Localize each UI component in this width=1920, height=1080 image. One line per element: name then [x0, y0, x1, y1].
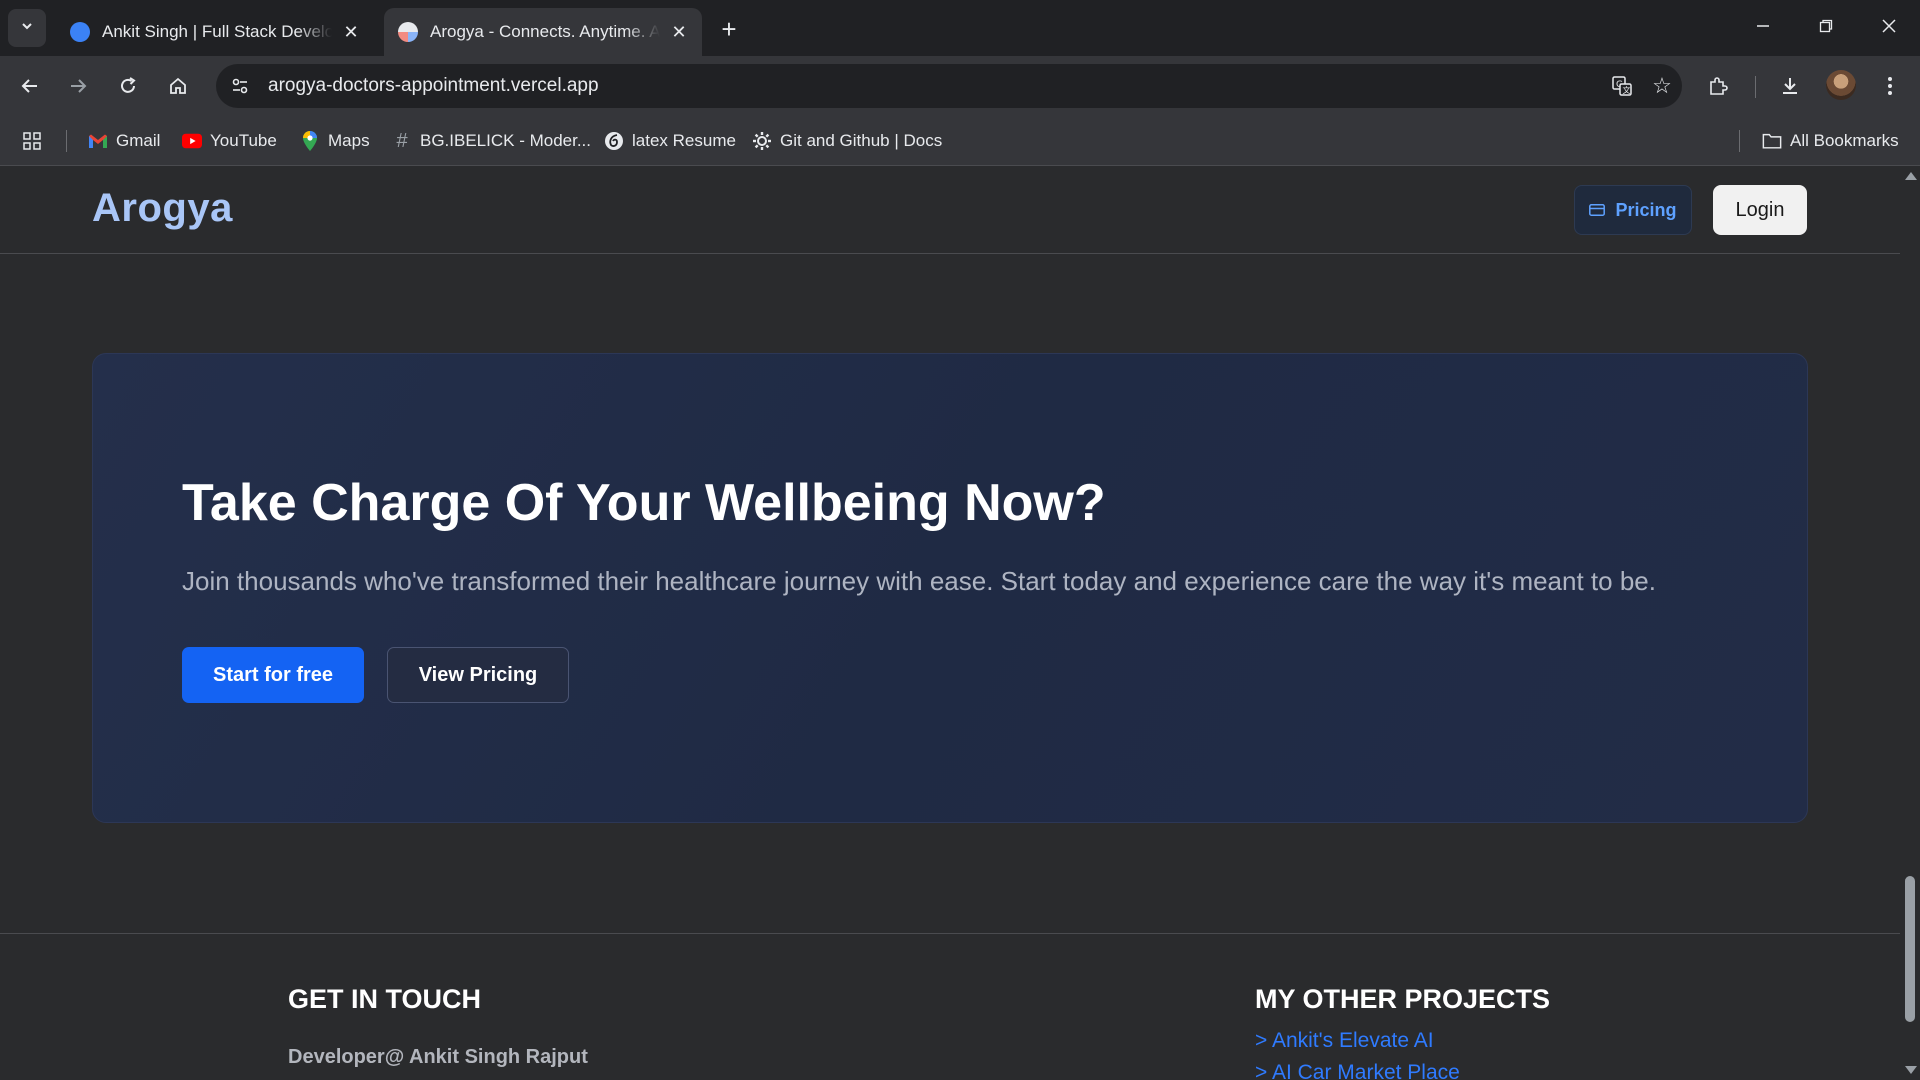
bookmark-latex-resume[interactable]: latex Resume [604, 128, 736, 154]
profile-avatar[interactable] [1826, 70, 1856, 100]
gear-icon [752, 131, 772, 151]
menu-button[interactable] [1872, 68, 1908, 104]
pricing-label: Pricing [1615, 199, 1677, 220]
home-icon [170, 77, 186, 94]
arrow-left-icon [21, 79, 37, 93]
scroll-down-arrow-icon[interactable] [1905, 1066, 1917, 1074]
bookmarks-divider [66, 130, 67, 152]
site-footer: GET IN TOUCH Developer@ Ankit Singh Rajp… [0, 933, 1900, 1080]
star-icon[interactable]: ☆ [1642, 66, 1682, 106]
project-link-car-marketplace[interactable]: > AI Car Market Place [1255, 1061, 1460, 1080]
new-tab-button[interactable]: + [714, 14, 744, 44]
cta-title: Take Charge Of Your Wellbeing Now? [182, 474, 1106, 532]
folder-icon [1762, 131, 1782, 151]
project-link-elevate-ai[interactable]: > Ankit's Elevate AI [1255, 1029, 1434, 1053]
tab-search-button[interactable] [8, 9, 46, 47]
bookmark-bg-ibelick[interactable]: # BG.IBELICK - Moder... [392, 128, 591, 154]
close-icon [1882, 19, 1896, 33]
maps-icon [300, 131, 320, 151]
reload-icon [121, 77, 136, 93]
reload-button[interactable] [110, 68, 146, 104]
restore-button[interactable] [1796, 6, 1856, 46]
tab-title: Arogya - Connects. Anytime. Anywhere. [430, 22, 660, 41]
chevron-down-icon [20, 19, 34, 38]
bookmark-label: Gmail [116, 131, 161, 150]
minimize-button[interactable] [1733, 6, 1793, 46]
close-icon[interactable]: ✕ [340, 21, 362, 43]
bookmark-label: All Bookmarks [1790, 131, 1899, 150]
bookmark-gmail[interactable]: Gmail [88, 128, 160, 154]
back-button[interactable] [12, 68, 48, 104]
tab-portfolio[interactable]: Ankit Singh | Full Stack Developer ✕ [56, 8, 374, 56]
browser-tabstrip: Ankit Singh | Full Stack Developer ✕ Aro… [0, 0, 1920, 56]
site-header: Arogya Pricing Login [0, 166, 1900, 254]
bookmark-label: Git and Github | Docs [780, 131, 943, 150]
translate-icon[interactable]: G文 [1602, 66, 1642, 106]
arrow-right-icon [71, 79, 87, 93]
cta-card: Take Charge Of Your Wellbeing Now? Join … [92, 353, 1808, 823]
close-icon[interactable]: ✕ [668, 21, 690, 43]
address-bar[interactable]: arogya-doctors-appointment.vercel.app G文… [216, 64, 1682, 108]
contact-heading: GET IN TOUCH [288, 984, 482, 1014]
bookmark-label: Maps [328, 131, 370, 150]
download-icon [1783, 78, 1797, 94]
tab-arogya[interactable]: Arogya - Connects. Anytime. Anywhere. ✕ [384, 8, 702, 56]
view-pricing-button[interactable]: View Pricing [387, 647, 569, 703]
credit-card-icon [1589, 200, 1606, 221]
projects-heading: MY OTHER PROJECTS [1255, 984, 1551, 1014]
extensions-button[interactable] [1700, 68, 1736, 104]
bookmark-maps[interactable]: Maps [300, 128, 370, 154]
home-button[interactable] [160, 68, 196, 104]
hash-icon: # [396, 129, 408, 152]
url-text[interactable]: arogya-doctors-appointment.vercel.app [268, 75, 1602, 97]
login-button[interactable]: Login [1713, 185, 1807, 235]
bookmark-label: YouTube [210, 131, 277, 150]
pricing-button[interactable]: Pricing [1574, 185, 1692, 235]
tab-title: Ankit Singh | Full Stack Developer [102, 22, 332, 41]
scrollbar-thumb[interactable] [1905, 876, 1915, 1022]
browser-toolbar: arogya-doctors-appointment.vercel.app G文… [0, 56, 1920, 116]
bookmarks-bar: Gmail YouTube Maps # BG.IBELICK - Moder.… [0, 116, 1920, 166]
apps-button[interactable] [22, 128, 50, 154]
puzzle-icon [1710, 77, 1728, 95]
apps-grid-icon [22, 131, 42, 151]
developer-credit: Developer@ Ankit Singh Rajput [288, 1046, 588, 1068]
more-vert-icon [1888, 77, 1892, 95]
cta-subtitle: Join thousands who've transformed their … [182, 566, 1656, 596]
bookmarks-divider [1739, 130, 1740, 152]
bookmark-youtube[interactable]: YouTube [182, 128, 277, 154]
all-bookmarks-button[interactable]: All Bookmarks [1762, 128, 1899, 154]
minimize-icon [1757, 25, 1769, 27]
start-for-free-button[interactable]: Start for free [182, 647, 364, 703]
forward-button[interactable] [60, 68, 96, 104]
svg-text:文: 文 [1623, 85, 1631, 95]
arogya-favicon [398, 22, 418, 42]
downloads-button[interactable] [1772, 68, 1808, 104]
overleaf-icon [604, 131, 624, 151]
restore-icon [1819, 19, 1833, 33]
scroll-up-arrow-icon[interactable] [1905, 172, 1917, 180]
toolbar-divider [1755, 76, 1756, 98]
page-scrollbar[interactable] [1900, 166, 1920, 1080]
gmail-icon [88, 131, 108, 151]
page-viewport: Arogya Pricing Login Take Charge Of Your… [0, 166, 1900, 1080]
bookmark-label: latex Resume [632, 131, 736, 150]
bookmark-label: BG.IBELICK - Moder... [420, 131, 592, 150]
site-info-icon[interactable] [220, 66, 260, 106]
portfolio-favicon [70, 22, 90, 42]
site-logo[interactable]: Arogya [92, 186, 233, 231]
youtube-icon [182, 131, 202, 151]
window-close-button[interactable] [1859, 6, 1919, 46]
bookmark-git-github-docs[interactable]: Git and Github | Docs [752, 128, 942, 154]
